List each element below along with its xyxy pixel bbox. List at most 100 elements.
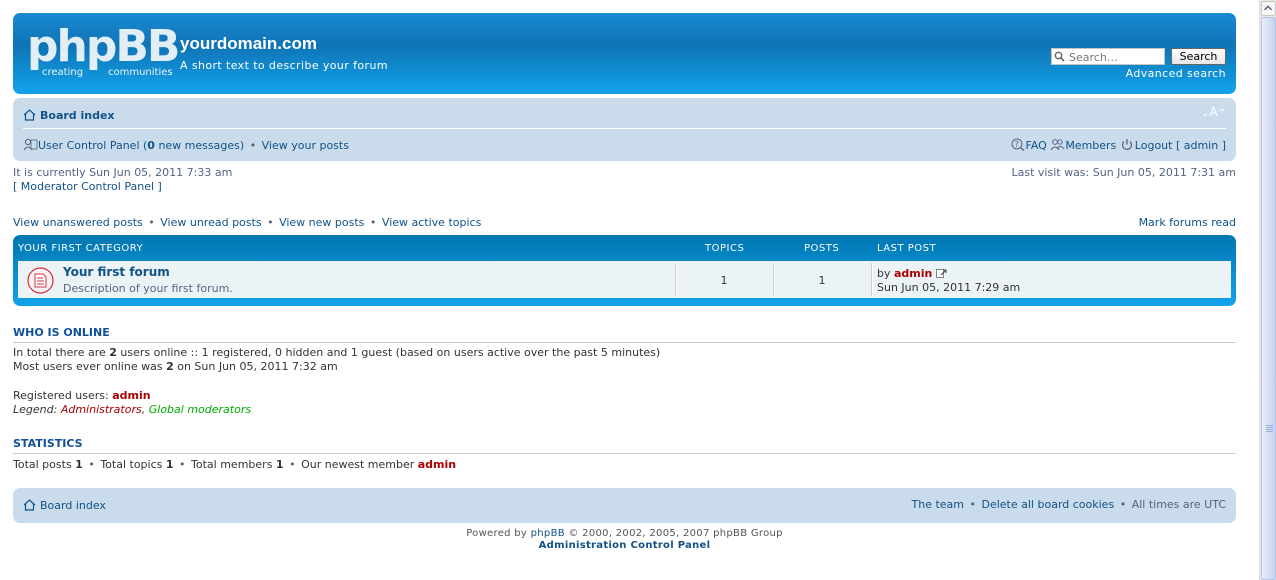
search-icon (1054, 51, 1065, 62)
view-your-posts-link[interactable]: View your posts (262, 139, 349, 152)
last-post-time: Sun Jun 05, 2011 7:29 am (877, 281, 1021, 294)
active-topics-link[interactable]: View active topics (382, 216, 481, 229)
forum-description: Description of your first forum. (63, 282, 233, 295)
last-visit: Last visit was: Sun Jun 05, 2011 7:31 am (1011, 166, 1237, 179)
new-posts-link[interactable]: View new posts (279, 216, 364, 229)
header-bar: phpBB creating communities yourdomain.co… (13, 13, 1236, 94)
ucp-links: User Control Panel (0 new messages) • Vi… (23, 138, 349, 152)
phpbb-link[interactable]: phpBB (531, 528, 565, 539)
total-topics-label: Total topics (100, 458, 166, 471)
faq-icon: ? (1011, 138, 1024, 151)
delete-cookies-link[interactable]: Delete all board cookies (982, 498, 1115, 511)
forum-posts-count: 1 (818, 274, 826, 287)
logout-icon (1121, 139, 1132, 150)
legend-administrators-link[interactable]: Administrators (61, 403, 142, 416)
total-members-label: Total members (191, 458, 276, 471)
acp-link[interactable]: Administration Control Panel (539, 540, 711, 551)
mark-forums-read-link[interactable]: Mark forums read (1139, 216, 1236, 229)
forum-title-link[interactable]: Your first forum (63, 265, 170, 279)
search-input[interactable] (1051, 48, 1165, 65)
info-left: It is currently Sun Jun 05, 2011 7:33 am… (13, 166, 232, 194)
registered-user-link[interactable]: admin (112, 389, 150, 402)
copyright: Powered by phpBB © 2000, 2002, 2005, 200… (13, 528, 1236, 552)
logo-tagline-communities: communities (108, 67, 173, 78)
font-resize[interactable]: ⌄A^ (1201, 105, 1226, 119)
col-topics-header: Topics (705, 243, 745, 254)
online-total-prefix: In total there are (13, 346, 110, 359)
footer-right-links: The team • Delete all board cookies • Al… (911, 498, 1227, 511)
last-post-author-link[interactable]: admin (894, 267, 932, 280)
statistics-heading: Statistics (13, 437, 1236, 454)
site-logo[interactable]: phpBB creating communities (27, 23, 180, 81)
category-title[interactable]: Your first category (18, 243, 143, 254)
unanswered-posts-link[interactable]: View unanswered posts (13, 216, 143, 229)
site-description: A short text to describe your forum (180, 59, 388, 72)
ucp-label: User Control Panel ( (38, 139, 148, 152)
search-links-row: View unanswered posts • View unread post… (13, 216, 1236, 229)
forum-row: Your first forum Description of your fir… (18, 261, 1231, 298)
navbar-bottom: User Control Panel (0 new messages) • Vi… (23, 130, 1226, 160)
breadcrumb: Board index (23, 109, 115, 122)
logo-wordmark: phpBB (27, 21, 180, 72)
scroll-grip (1266, 425, 1273, 433)
font-resize-label: A (1209, 105, 1218, 119)
last-post-author: by admin (877, 267, 947, 280)
col-last-post-header: Last post (877, 243, 937, 254)
new-messages-count: 0 (147, 139, 155, 152)
ucp-link[interactable]: User Control Panel (0 new messages) (38, 139, 244, 152)
board-index-link[interactable]: Board index (40, 109, 115, 122)
svg-text:?: ? (1014, 140, 1018, 149)
font-increase-icon[interactable]: ^ (1218, 108, 1226, 119)
navbar-top: Board index ⌄A^ (23, 98, 1226, 129)
online-total-count: 2 (109, 346, 117, 359)
legend-global-moderators-link[interactable]: Global moderators (149, 403, 251, 416)
online-total-line: In total there are 2 users online :: 1 r… (13, 346, 660, 359)
scroll-thumb[interactable] (1261, 17, 1276, 580)
home-icon (23, 499, 36, 511)
legend-label: Legend: (13, 403, 61, 416)
unread-posts-link[interactable]: View unread posts (160, 216, 261, 229)
forum-category: Your first category Topics Posts Last po… (13, 235, 1236, 306)
home-icon (23, 109, 36, 121)
online-record-count: 2 (166, 360, 174, 373)
advanced-search-link[interactable]: Advanced search (1126, 67, 1226, 80)
legend-line: Legend: Administrators, Global moderator… (13, 403, 252, 416)
who-is-online-heading: Who is online (13, 326, 1236, 343)
logo-tagline-creating: creating (42, 67, 84, 78)
members-icon (1050, 139, 1065, 151)
footer-breadcrumb: Board index (23, 499, 106, 512)
powered-by-line: Powered by phpBB © 2000, 2002, 2005, 200… (13, 528, 1236, 540)
current-time: It is currently Sun Jun 05, 2011 7:33 am (13, 166, 233, 179)
page-wrap: phpBB creating communities yourdomain.co… (13, 13, 1236, 551)
newest-member-label: Our newest member (301, 458, 418, 471)
navbar-right-links: ? FAQ Members Logout [ admin ] (1011, 138, 1226, 152)
powered-by-prefix: Powered by (466, 528, 531, 539)
user-icon (23, 138, 38, 151)
newest-member-link[interactable]: admin (418, 458, 456, 471)
vertical-scrollbar[interactable] (1259, 0, 1276, 580)
online-record-suffix: on Sun Jun 05, 2011 7:32 am (173, 360, 338, 373)
statistics-line: Total posts 1 • Total topics 1 • Total m… (13, 458, 457, 471)
view-latest-post-icon[interactable] (936, 269, 947, 278)
forum-read-icon (27, 267, 54, 294)
forum-topics-count: 1 (720, 274, 728, 287)
total-posts-label: Total posts (13, 458, 76, 471)
registered-users-label: Registered users: (13, 389, 113, 402)
members-link[interactable]: Members (1065, 139, 1116, 152)
logout-link[interactable]: Logout [ admin ] (1135, 139, 1226, 152)
scroll-up-button[interactable] (1261, 1, 1276, 16)
registered-users-line: Registered users: admin (13, 389, 151, 402)
col-posts-header: Posts (804, 243, 840, 254)
mcp-link[interactable]: [ Moderator Control Panel ] (13, 180, 162, 193)
cell-divider (872, 263, 873, 296)
total-posts-value: 1 (75, 458, 83, 471)
online-record-prefix: Most users ever online was (13, 360, 167, 373)
navbar: Board index ⌄A^ User Control Panel (0 ne… (13, 98, 1236, 161)
faq-link[interactable]: FAQ (1026, 139, 1047, 152)
new-messages-label: new messages) (154, 139, 245, 152)
search-button[interactable]: Search (1171, 48, 1226, 65)
footer-board-index-link[interactable]: Board index (40, 499, 106, 512)
last-post-by-label: by (877, 267, 891, 280)
total-members-value: 1 (275, 458, 284, 471)
the-team-link[interactable]: The team (912, 498, 965, 511)
